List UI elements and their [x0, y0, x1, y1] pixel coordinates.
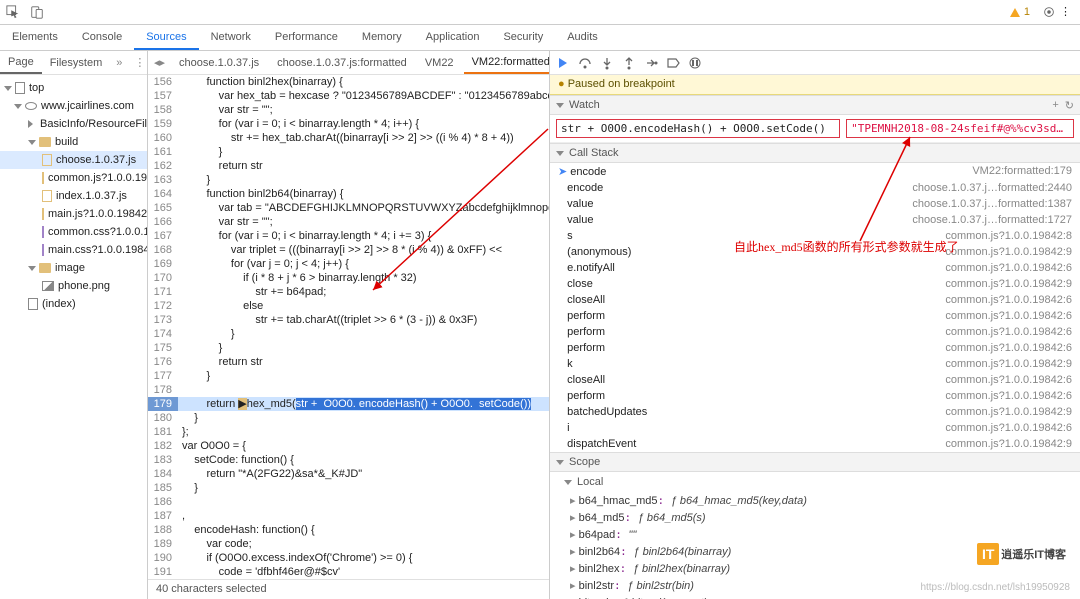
file-tab[interactable]: VM22:formatted × — [464, 52, 549, 74]
scope-variable[interactable]: ▸ b64_hmac_md5: ƒ b64_hmac_md5(key,data) — [550, 492, 1080, 509]
inspect-icon[interactable] — [6, 5, 20, 19]
file-tab[interactable]: choose.1.0.37.js:formatted — [269, 53, 415, 73]
tab-page[interactable]: Page — [0, 52, 42, 74]
tab-filesystem[interactable]: Filesystem — [42, 53, 111, 73]
tree-file[interactable]: index.1.0.37.js — [56, 190, 127, 202]
scope-variable[interactable]: ▸ bit_rol: ƒ bit_rol(num,cnt) — [550, 594, 1080, 599]
tab-elements[interactable]: Elements — [0, 25, 70, 50]
stack-frame[interactable]: performcommon.js?1.0.0.19842:6 — [550, 324, 1080, 340]
tab-application[interactable]: Application — [414, 25, 492, 50]
debugger-pane: ● Paused on breakpoint Watch+↻ str + O0O… — [550, 51, 1080, 599]
stack-frame[interactable]: e.notifyAllcommon.js?1.0.0.19842:6 — [550, 260, 1080, 276]
stack-frame[interactable]: dispatchEventcommon.js?1.0.0.19842:9 — [550, 436, 1080, 452]
stack-frame[interactable]: performcommon.js?1.0.0.19842:6 — [550, 308, 1080, 324]
resume-icon[interactable] — [556, 56, 570, 70]
scope-variable[interactable]: ▸ binl2b64: ƒ binl2b64(binarray) — [550, 543, 1080, 560]
tab-console[interactable]: Console — [70, 25, 134, 50]
step-over-icon[interactable] — [578, 56, 592, 70]
menu-icon[interactable]: ⋮ — [1060, 5, 1074, 19]
editor-pane: ◂▸ choose.1.0.37.js choose.1.0.37.js:for… — [148, 51, 550, 599]
code-editor[interactable]: 156 function binl2hex(binarray) {157 var… — [148, 75, 549, 579]
tab-security[interactable]: Security — [491, 25, 555, 50]
scope-variable[interactable]: ▸ binl2hex: ƒ binl2hex(binarray) — [550, 560, 1080, 577]
stack-frame[interactable]: encodechoose.1.0.37.j…formatted:2440 — [550, 180, 1080, 196]
file-tree[interactable]: top www.jcairlines.com BasicInfo/Resourc… — [0, 75, 147, 599]
stack-frame[interactable]: scommon.js?1.0.0.19842:8 — [550, 228, 1080, 244]
watch-header[interactable]: Watch+↻ — [550, 95, 1080, 115]
tab-audits[interactable]: Audits — [555, 25, 610, 50]
stack-frame[interactable]: kcommon.js?1.0.0.19842:9 — [550, 356, 1080, 372]
main-panel: Page Filesystem » ⋮ top www.jcairlines.c… — [0, 51, 1080, 599]
tree-top[interactable]: top — [29, 82, 44, 94]
step-icon[interactable] — [644, 56, 658, 70]
stack-frame[interactable]: batchedUpdatescommon.js?1.0.0.19842:9 — [550, 404, 1080, 420]
status-bar: 40 characters selected — [148, 579, 549, 599]
warning-icon — [1010, 8, 1020, 17]
tree-file[interactable]: common.js?1.0.0.19842 — [48, 172, 147, 184]
scope-variable[interactable]: ▸ b64pad: "" — [550, 526, 1080, 543]
stack-frame[interactable]: valuechoose.1.0.37.j…formatted:1387 — [550, 196, 1080, 212]
debugger-toolbar — [550, 51, 1080, 75]
pause-exc-icon[interactable] — [688, 56, 702, 70]
stack-frame[interactable]: closecommon.js?1.0.0.19842:9 — [550, 276, 1080, 292]
tab-memory[interactable]: Memory — [350, 25, 414, 50]
stack-frame[interactable]: valuechoose.1.0.37.j…formatted:1727 — [550, 212, 1080, 228]
main-tabs: Elements Console Sources Network Perform… — [0, 25, 1080, 51]
stack-frame[interactable]: (anonymous)common.js?1.0.0.19842:9 — [550, 244, 1080, 260]
scope-list: ▸ b64_hmac_md5: ƒ b64_hmac_md5(key,data)… — [550, 492, 1080, 599]
step-out-icon[interactable] — [622, 56, 636, 70]
scope-variable[interactable]: ▸ b64_md5: ƒ b64_md5(s) — [550, 509, 1080, 526]
stack-frame[interactable]: ➤ encodeVM22:formatted:179 — [550, 163, 1080, 180]
tree-folder[interactable]: build — [55, 136, 78, 148]
tree-file[interactable]: choose.1.0.37.js — [56, 154, 136, 166]
tree-folder[interactable]: image — [55, 262, 85, 274]
refresh-icon[interactable]: ↻ — [1065, 99, 1074, 112]
tree-file[interactable]: phone.png — [58, 280, 110, 292]
device-icon[interactable] — [30, 5, 44, 19]
stack-frame[interactable]: closeAllcommon.js?1.0.0.19842:6 — [550, 292, 1080, 308]
selection-status: 40 characters selected — [156, 583, 267, 595]
watch-expression[interactable]: str + O0O0.encodeHash() + O0O0.setCode() — [556, 119, 840, 138]
navigator-pane: Page Filesystem » ⋮ top www.jcairlines.c… — [0, 51, 148, 599]
tab-sources[interactable]: Sources — [134, 25, 198, 50]
scope-local[interactable]: Local — [550, 472, 1080, 492]
tree-file[interactable]: (index) — [42, 298, 76, 310]
tree-file[interactable]: common.css?1.0.0.19842 — [48, 226, 147, 238]
tree-folder[interactable]: BasicInfo/ResourceFile — [40, 118, 147, 130]
tab-performance[interactable]: Performance — [263, 25, 350, 50]
add-watch-icon[interactable]: + — [1052, 99, 1058, 111]
stack-frame[interactable]: closeAllcommon.js?1.0.0.19842:6 — [550, 372, 1080, 388]
stack-frame[interactable]: icommon.js?1.0.0.19842:6 — [550, 420, 1080, 436]
scope-header[interactable]: Scope — [550, 452, 1080, 472]
warning-count: 1 — [1024, 6, 1030, 18]
callstack-header[interactable]: Call Stack — [550, 143, 1080, 163]
prev-tab-icon[interactable]: ◂▸ — [154, 56, 165, 69]
step-into-icon[interactable] — [600, 56, 614, 70]
file-tab[interactable]: VM22 — [417, 53, 462, 73]
file-tab[interactable]: choose.1.0.37.js — [171, 53, 267, 73]
scope-variable[interactable]: ▸ binl2str: ƒ binl2str(bin) — [550, 577, 1080, 594]
paused-banner: ● Paused on breakpoint — [550, 75, 1080, 95]
tab-network[interactable]: Network — [199, 25, 263, 50]
watch-row: str + O0O0.encodeHash() + O0O0.setCode()… — [550, 115, 1080, 143]
tree-file[interactable]: main.css?1.0.0.19842 — [48, 244, 147, 256]
stack-frame[interactable]: performcommon.js?1.0.0.19842:6 — [550, 340, 1080, 356]
stack-frame[interactable]: performcommon.js?1.0.0.19842:6 — [550, 388, 1080, 404]
devtools-topbar: 1 ⋮ — [0, 0, 1080, 25]
callstack-list: ➤ encodeVM22:formatted:179 encodechoose.… — [550, 163, 1080, 452]
tree-file[interactable]: main.js?1.0.0.19842 — [48, 208, 147, 220]
overflow-icon[interactable]: » — [110, 57, 128, 69]
deactivate-bp-icon[interactable] — [666, 56, 680, 70]
tree-domain[interactable]: www.jcairlines.com — [41, 100, 134, 112]
watch-value: "TPEMNH2018-08-24sfeif#@%%cv3sdf@#$f3*A(… — [846, 119, 1074, 138]
settings-icon[interactable] — [1042, 5, 1056, 19]
